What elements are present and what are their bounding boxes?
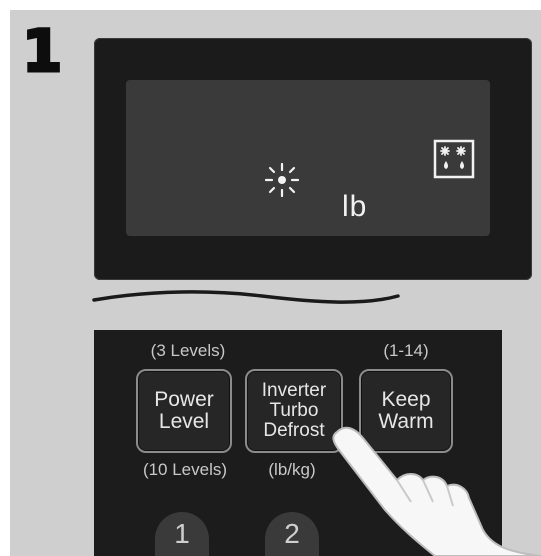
power-level-bottom-caption: (10 Levels)	[142, 460, 228, 479]
weight-unit-label: lb	[342, 190, 368, 223]
sun-icon	[264, 162, 300, 198]
wave-divider	[92, 290, 400, 304]
power-level-button[interactable]: Power Level	[136, 369, 232, 453]
power-level-label-line2: Level	[158, 410, 210, 433]
defrost-label-line1: Inverter	[261, 380, 327, 401]
keep-warm-label-line1: Keep	[381, 388, 431, 411]
step-number: 1	[20, 17, 63, 85]
power-level-label-line1: Power	[154, 388, 214, 411]
power-level-top-caption: (3 Levels)	[150, 341, 226, 360]
defrost-icon	[433, 139, 475, 179]
keep-warm-top-caption: (1-14)	[383, 341, 429, 360]
pointing-hand-icon	[332, 426, 541, 556]
